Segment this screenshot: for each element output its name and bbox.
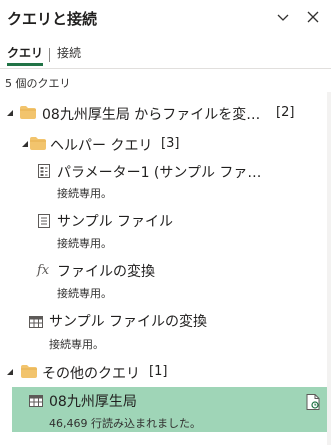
tree-group-main[interactable]: 08九州厚生局 からファイルを変… [2] xyxy=(0,102,327,124)
caret-expanded-icon[interactable] xyxy=(21,140,29,148)
parameter-icon xyxy=(37,164,51,178)
pane-header: クエリと接続 xyxy=(0,0,331,38)
query-label: パラメーター1 (サンプル ファ… xyxy=(57,165,262,181)
query-status: 46,469 行読み込まれました。 xyxy=(49,417,201,430)
selected-query-content: 08九州厚生局 46,469 行読み込まれました。 xyxy=(0,390,327,430)
query-item-transform-file[interactable]: fx ファイルの変換 接続専用。 xyxy=(0,261,327,301)
caret-expanded-icon[interactable] xyxy=(6,109,14,117)
tree-group-helper[interactable]: ヘルパー クエリ [3] xyxy=(0,133,327,155)
query-status: 接続専用。 xyxy=(57,187,112,200)
refresh-document-icon[interactable] xyxy=(306,394,320,410)
query-item-transform-sample[interactable]: サンプル ファイルの変換 接続専用。 xyxy=(0,311,327,351)
query-label: ファイルの変換 xyxy=(57,264,155,280)
folder-icon xyxy=(21,365,37,378)
queries-connections-pane: クエリと接続 クエリ 接続 5 個のクエリ 08九州厚生局 からファイルを変… … xyxy=(0,0,331,445)
query-status: 接続専用。 xyxy=(57,237,112,250)
table-icon xyxy=(29,315,43,329)
tab-bar: クエリ 接続 xyxy=(0,40,331,69)
tab-queries[interactable]: クエリ xyxy=(7,44,44,66)
scrollbar-track[interactable] xyxy=(327,92,331,445)
query-item-parameter[interactable]: パラメーター1 (サンプル ファ… 接続専用。 xyxy=(0,162,327,202)
query-label: サンプル ファイル xyxy=(57,214,174,230)
tree-group-other[interactable]: その他のクエリ [1] xyxy=(0,361,327,383)
query-status: 接続専用。 xyxy=(57,287,112,300)
query-status: 接続専用。 xyxy=(49,338,104,351)
table-icon xyxy=(29,394,43,408)
query-item-sample-file[interactable]: サンプル ファイル 接続専用。 xyxy=(0,211,327,251)
query-label: サンプル ファイルの変換 xyxy=(49,314,208,330)
document-icon xyxy=(37,214,51,228)
group-label: 08九州厚生局 からファイルを変… xyxy=(42,107,261,123)
function-icon: fx xyxy=(37,263,50,278)
folder-icon xyxy=(20,106,36,119)
group-label: ヘルパー クエリ xyxy=(50,138,153,154)
chevron-down-icon[interactable] xyxy=(274,8,292,26)
tab-divider xyxy=(49,48,50,62)
caret-expanded-icon[interactable] xyxy=(6,368,14,376)
group-count: [2] xyxy=(276,105,295,120)
group-count: [1] xyxy=(149,364,168,379)
group-label: その他のクエリ xyxy=(42,366,140,382)
close-icon[interactable] xyxy=(304,8,322,26)
query-count: 5 個のクエリ xyxy=(5,77,71,90)
tab-connections[interactable]: 接続 xyxy=(57,44,81,66)
query-label: 08九州厚生局 xyxy=(49,394,137,410)
group-count: [3] xyxy=(161,136,180,151)
pane-title: クエリと接続 xyxy=(7,10,98,28)
folder-icon xyxy=(30,137,46,150)
